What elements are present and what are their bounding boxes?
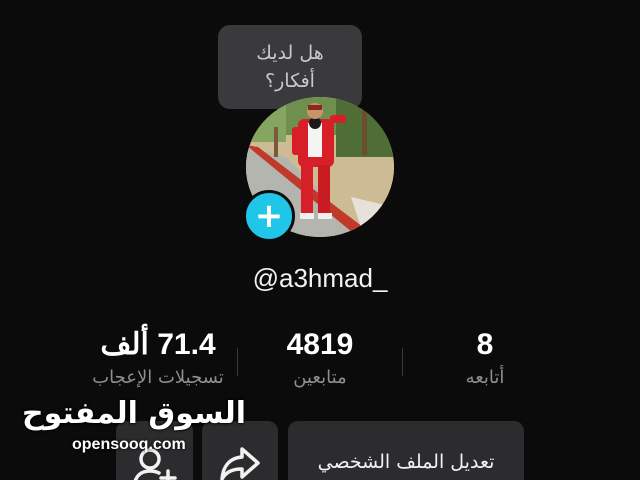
watermark-latin: opensooq.com <box>72 436 186 453</box>
followers-label: متابعين <box>293 367 347 388</box>
profile-screen: هل لديك أفكار؟ + @a3hmad_ 71.4 ألف تسجيل… <box>0 0 640 480</box>
followers-count: 4819 <box>286 328 354 361</box>
watermark-arabic: السوق المفتوح <box>22 396 247 431</box>
stat-followers[interactable]: 4819 متابعين <box>240 325 400 388</box>
stat-likes[interactable]: 71.4 ألف تسجيلات الإعجاب <box>78 325 238 388</box>
stats-divider <box>402 348 403 376</box>
username: @a3hmad_ <box>252 263 388 293</box>
bubble-line-2: أفكار؟ <box>265 70 315 92</box>
stat-following[interactable]: 8 أتابعه <box>405 325 565 388</box>
bubble-line-1: هل لديك <box>256 42 324 64</box>
share-icon <box>220 447 260 480</box>
likes-label: تسجيلات الإعجاب <box>92 367 224 388</box>
likes-count: 71.4 ألف <box>100 328 216 361</box>
edit-profile-button[interactable]: تعديل الملف الشخصي <box>288 421 524 480</box>
following-label: أتابعه <box>465 367 505 388</box>
thought-bubble[interactable]: هل لديك أفكار؟ <box>218 25 362 109</box>
stats-divider <box>237 348 238 376</box>
add-story-button[interactable]: + <box>243 190 295 242</box>
plus-icon: + <box>254 196 284 236</box>
following-count: 8 <box>476 328 494 361</box>
